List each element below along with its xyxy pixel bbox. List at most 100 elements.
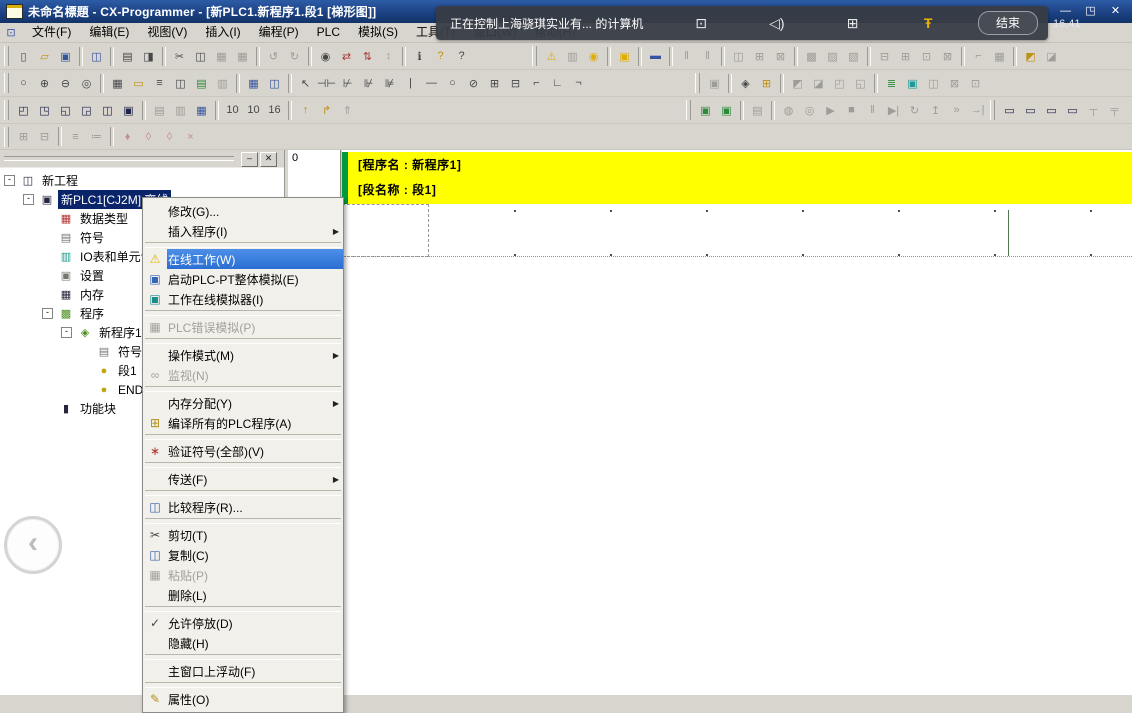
transfer-warning-icon[interactable]: ▬	[645, 46, 666, 67]
rung-comment-header[interactable]: [程序名 : 新程序1] [段名称 : 段1]	[342, 152, 1132, 204]
compile-stack-icon[interactable]: ◈	[735, 73, 756, 94]
expand-toggle-icon[interactable]: -	[23, 194, 34, 205]
expand-toggle-icon[interactable]: -	[4, 175, 15, 186]
print-icon[interactable]: ▤	[117, 46, 138, 67]
restore-button[interactable]: ◳	[1082, 4, 1099, 19]
invert-icon[interactable]: ¬	[568, 73, 589, 94]
menu-edit[interactable]: 编辑(E)	[80, 23, 138, 42]
compile-all-icon[interactable]: ⊞	[756, 73, 777, 94]
menu-item-operation-mode[interactable]: 操作模式(M) ▶	[143, 345, 343, 365]
panel-close-button[interactable]: ✕	[260, 152, 277, 167]
watch-window-icon[interactable]: ⚠	[541, 46, 562, 67]
menu-plc[interactable]: PLC	[308, 23, 349, 42]
block-program-icon[interactable]: ▭	[999, 100, 1020, 121]
help-icon[interactable]: ?	[430, 46, 451, 67]
symbol-replace-icon[interactable]: ⇅	[357, 46, 378, 67]
menu-item-insert-program[interactable]: 插入程序(I) ▶	[143, 221, 343, 241]
zoom-in-icon[interactable]: ⊕	[34, 73, 55, 94]
mdi-child-icon[interactable]: ⊡	[3, 26, 19, 39]
select-mode-icon[interactable]: ↖	[295, 73, 316, 94]
panel-pin-button[interactable]: –	[241, 152, 258, 167]
controls-icon[interactable]: Ŧ	[916, 15, 940, 31]
instruction-icon[interactable]: ⊞	[484, 73, 505, 94]
tile-horizontal-icon[interactable]: ◳	[34, 100, 55, 121]
mnemonic-view-icon[interactable]: ▦	[243, 73, 264, 94]
menu-item-allow-docking[interactable]: ✓ 允许停放(D)	[143, 613, 343, 633]
menu-item-delete[interactable]: 删除(L)	[143, 585, 343, 605]
new-file-icon[interactable]: ▯	[13, 46, 34, 67]
display-select-icon[interactable]: ⊞	[840, 15, 864, 32]
menu-simulation[interactable]: 模拟(S)	[349, 23, 407, 42]
menu-item-properties[interactable]: ✎ 属性(O)	[143, 689, 343, 709]
menu-item-compare-program[interactable]: ◫ 比较程序(R)...	[143, 497, 343, 517]
menu-item-float-in-main-window[interactable]: 主窗口上浮动(F)	[143, 661, 343, 681]
block-end-icon[interactable]: ▭	[1062, 100, 1083, 121]
menu-item-cut[interactable]: ✂ 剪切(T)	[143, 525, 343, 545]
instruction-detail-icon[interactable]: ⊟	[505, 73, 526, 94]
zoom-out-icon[interactable]: ⊖	[55, 73, 76, 94]
menu-item-start-plc-pt-simulation[interactable]: ▣ 启动PLC-PT整体模拟(E)	[143, 269, 343, 289]
save-file-icon[interactable]: ▣	[55, 46, 76, 67]
menu-view[interactable]: 视图(V)	[138, 23, 196, 42]
close-button[interactable]: ✕	[1107, 4, 1124, 19]
block-step-icon[interactable]: ▭	[1020, 100, 1041, 121]
fullscreen-icon[interactable]: ⊡	[689, 15, 713, 32]
remote-back-button[interactable]: ‹	[4, 516, 62, 574]
panel-grip[interactable]	[4, 156, 234, 161]
arrange-icons-icon[interactable]: ◲	[76, 100, 97, 121]
replace-icon[interactable]: ⇄	[336, 46, 357, 67]
plc-warning-icon[interactable]: ▣	[614, 46, 635, 67]
new-contact-icon[interactable]: ⊣⊢	[316, 73, 337, 94]
next-window-icon[interactable]: ▣	[118, 100, 139, 121]
menu-item-compile-all-plc-programs[interactable]: ⊞ 编译所有的PLC程序(A)	[143, 413, 343, 433]
minimize-button[interactable]: —	[1057, 4, 1074, 19]
find-warning-icon[interactable]: ◉	[583, 46, 604, 67]
menu-program[interactable]: 编程(P)	[250, 23, 308, 42]
menu-item-work-online[interactable]: ⚠ 在线工作(W)	[143, 249, 343, 269]
overview-icon[interactable]: ◫	[170, 73, 191, 94]
time-chart-icon[interactable]: ◩	[1020, 46, 1041, 67]
menu-item-work-online-simulator[interactable]: ▣ 工作在线模拟器(I)	[143, 289, 343, 309]
closed-contact-icon[interactable]: ⊬	[337, 73, 358, 94]
decimal-display-icon[interactable]: 10	[222, 100, 243, 121]
cascade-windows-icon[interactable]: ◰	[13, 100, 34, 121]
hex-display-icon[interactable]: 16	[264, 100, 285, 121]
context-help-icon[interactable]: ?	[451, 46, 472, 67]
zoom-tool-icon[interactable]: ○	[13, 73, 34, 94]
grid-icon[interactable]: ▦	[107, 73, 128, 94]
ladder-view-icon[interactable]: ◫	[264, 73, 285, 94]
find-icon[interactable]: ◉	[315, 46, 336, 67]
previous-window-icon[interactable]: ◫	[97, 100, 118, 121]
new-coil-icon[interactable]: ○	[442, 73, 463, 94]
watch-sheet-icon[interactable]: ▣	[902, 73, 923, 94]
open-file-icon[interactable]: ▱	[34, 46, 55, 67]
expand-toggle-icon[interactable]: -	[61, 327, 72, 338]
zoom-fit-icon[interactable]: ◎	[76, 73, 97, 94]
connect-line-icon[interactable]: ∟	[547, 73, 568, 94]
copy-icon[interactable]: ◫	[190, 46, 211, 67]
function-block-call-icon[interactable]: ⌐	[526, 73, 547, 94]
address-jump-icon[interactable]: ↱	[316, 100, 337, 121]
speaker-icon[interactable]: ◁)	[765, 15, 789, 32]
or-contact-icon[interactable]: ⊮	[358, 73, 379, 94]
address-up-icon[interactable]: ↑	[295, 100, 316, 121]
block-define-icon[interactable]: ▭	[1041, 100, 1062, 121]
expand-toggle-icon[interactable]: -	[42, 308, 53, 319]
compare-icon[interactable]: ◫	[86, 46, 107, 67]
menu-item-memory-allocation[interactable]: 内存分配(Y) ▶	[143, 393, 343, 413]
rung-list-icon[interactable]: ≡	[149, 73, 170, 94]
menu-file[interactable]: 文件(F)	[23, 23, 80, 42]
sim-online-icon[interactable]: ▣	[695, 100, 716, 121]
tree-item-project[interactable]: - ◫ 新工程	[4, 171, 284, 190]
ladder-rung-0[interactable]	[342, 204, 1132, 256]
menu-item-copy[interactable]: ◫ 复制(C)	[143, 545, 343, 565]
print-preview-icon[interactable]: ◨	[138, 46, 159, 67]
menu-item-hide[interactable]: 隐藏(H)	[143, 633, 343, 653]
menu-item-modify[interactable]: 修改(G)...	[143, 201, 343, 221]
tile-vertical-icon[interactable]: ◱	[55, 100, 76, 121]
grid-view-icon[interactable]: ▦	[191, 100, 212, 121]
menu-insert[interactable]: 插入(I)	[196, 23, 249, 42]
cut-icon[interactable]: ✂	[169, 46, 190, 67]
sim-online-edit-icon[interactable]: ▣	[716, 100, 737, 121]
vertical-line-icon[interactable]: |	[400, 73, 421, 94]
